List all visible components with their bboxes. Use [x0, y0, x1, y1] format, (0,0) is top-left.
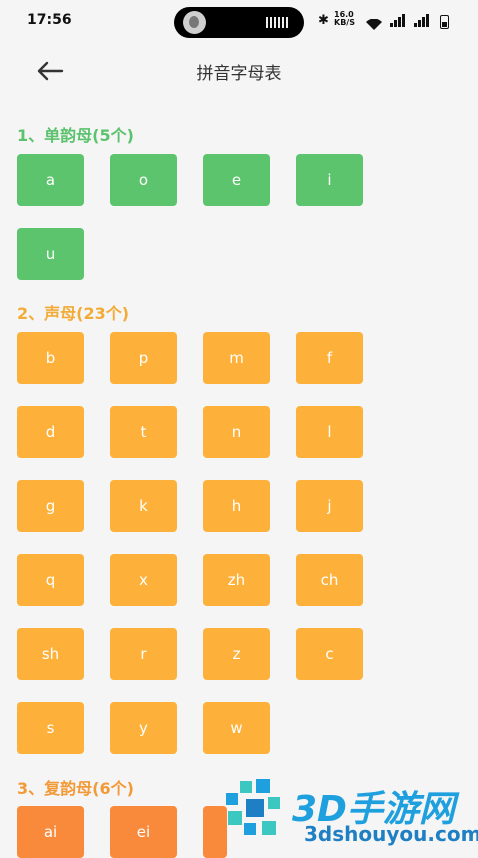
- pinyin-key[interactable]: k: [110, 480, 177, 532]
- pinyin-key[interactable]: ei: [110, 806, 177, 858]
- pinyin-key[interactable]: r: [110, 628, 177, 680]
- battery-icon: [440, 15, 449, 29]
- pinyin-key[interactable]: z: [203, 628, 270, 680]
- pinyin-key[interactable]: w: [203, 702, 270, 754]
- pinyin-key[interactable]: e: [203, 154, 270, 206]
- bluetooth-icon: ✱: [318, 13, 329, 28]
- section-title-initials: 2、声母(23个): [17, 304, 130, 323]
- status-icons: ✱ 16.0 KB/S: [318, 10, 454, 30]
- pinyin-key[interactable]: q: [17, 554, 84, 606]
- pinyin-key[interactable]: n: [203, 406, 270, 458]
- pinyin-key[interactable]: p: [110, 332, 177, 384]
- pinyin-key[interactable]: x: [110, 554, 177, 606]
- dynamic-island: [174, 7, 304, 38]
- avatar: [183, 11, 206, 34]
- pinyin-key[interactable]: sh: [17, 628, 84, 680]
- watermark-logo-icon: [226, 779, 280, 835]
- wifi-icon: [366, 15, 382, 30]
- pinyin-key[interactable]: h: [203, 480, 270, 532]
- network-speed: 16.0 KB/S: [334, 10, 355, 27]
- pinyin-key[interactable]: a: [17, 154, 84, 206]
- signal-icon: [414, 14, 432, 27]
- signal-icon: [390, 14, 408, 27]
- section-title-simple-finals: 1、单韵母(5个): [17, 126, 134, 145]
- section-title-compound-finals: 3、复韵母(6个): [17, 779, 134, 798]
- pinyin-key[interactable]: l: [296, 406, 363, 458]
- audio-wave-icon: [266, 17, 290, 28]
- status-time: 17:56: [27, 12, 72, 28]
- watermark-url: 3dshouyou.com: [304, 822, 478, 846]
- pinyin-key[interactable]: ai: [17, 806, 84, 858]
- top-bar: 拼音字母表: [0, 44, 478, 100]
- pinyin-key[interactable]: m: [203, 332, 270, 384]
- page-title: 拼音字母表: [196, 64, 282, 84]
- pinyin-key[interactable]: g: [17, 480, 84, 532]
- pinyin-key[interactable]: c: [296, 628, 363, 680]
- pinyin-key[interactable]: d: [17, 406, 84, 458]
- pinyin-key[interactable]: zh: [203, 554, 270, 606]
- pinyin-key[interactable]: s: [17, 702, 84, 754]
- pinyin-key[interactable]: f: [296, 332, 363, 384]
- pinyin-key[interactable]: j: [296, 480, 363, 532]
- pinyin-key[interactable]: b: [17, 332, 84, 384]
- status-bar: 17:56 ✱ 16.0 KB/S: [0, 0, 478, 44]
- pinyin-key[interactable]: o: [110, 154, 177, 206]
- pinyin-key[interactable]: y: [110, 702, 177, 754]
- pinyin-key[interactable]: u: [17, 228, 84, 280]
- pinyin-key[interactable]: i: [296, 154, 363, 206]
- pinyin-key[interactable]: ch: [296, 554, 363, 606]
- pinyin-key[interactable]: t: [110, 406, 177, 458]
